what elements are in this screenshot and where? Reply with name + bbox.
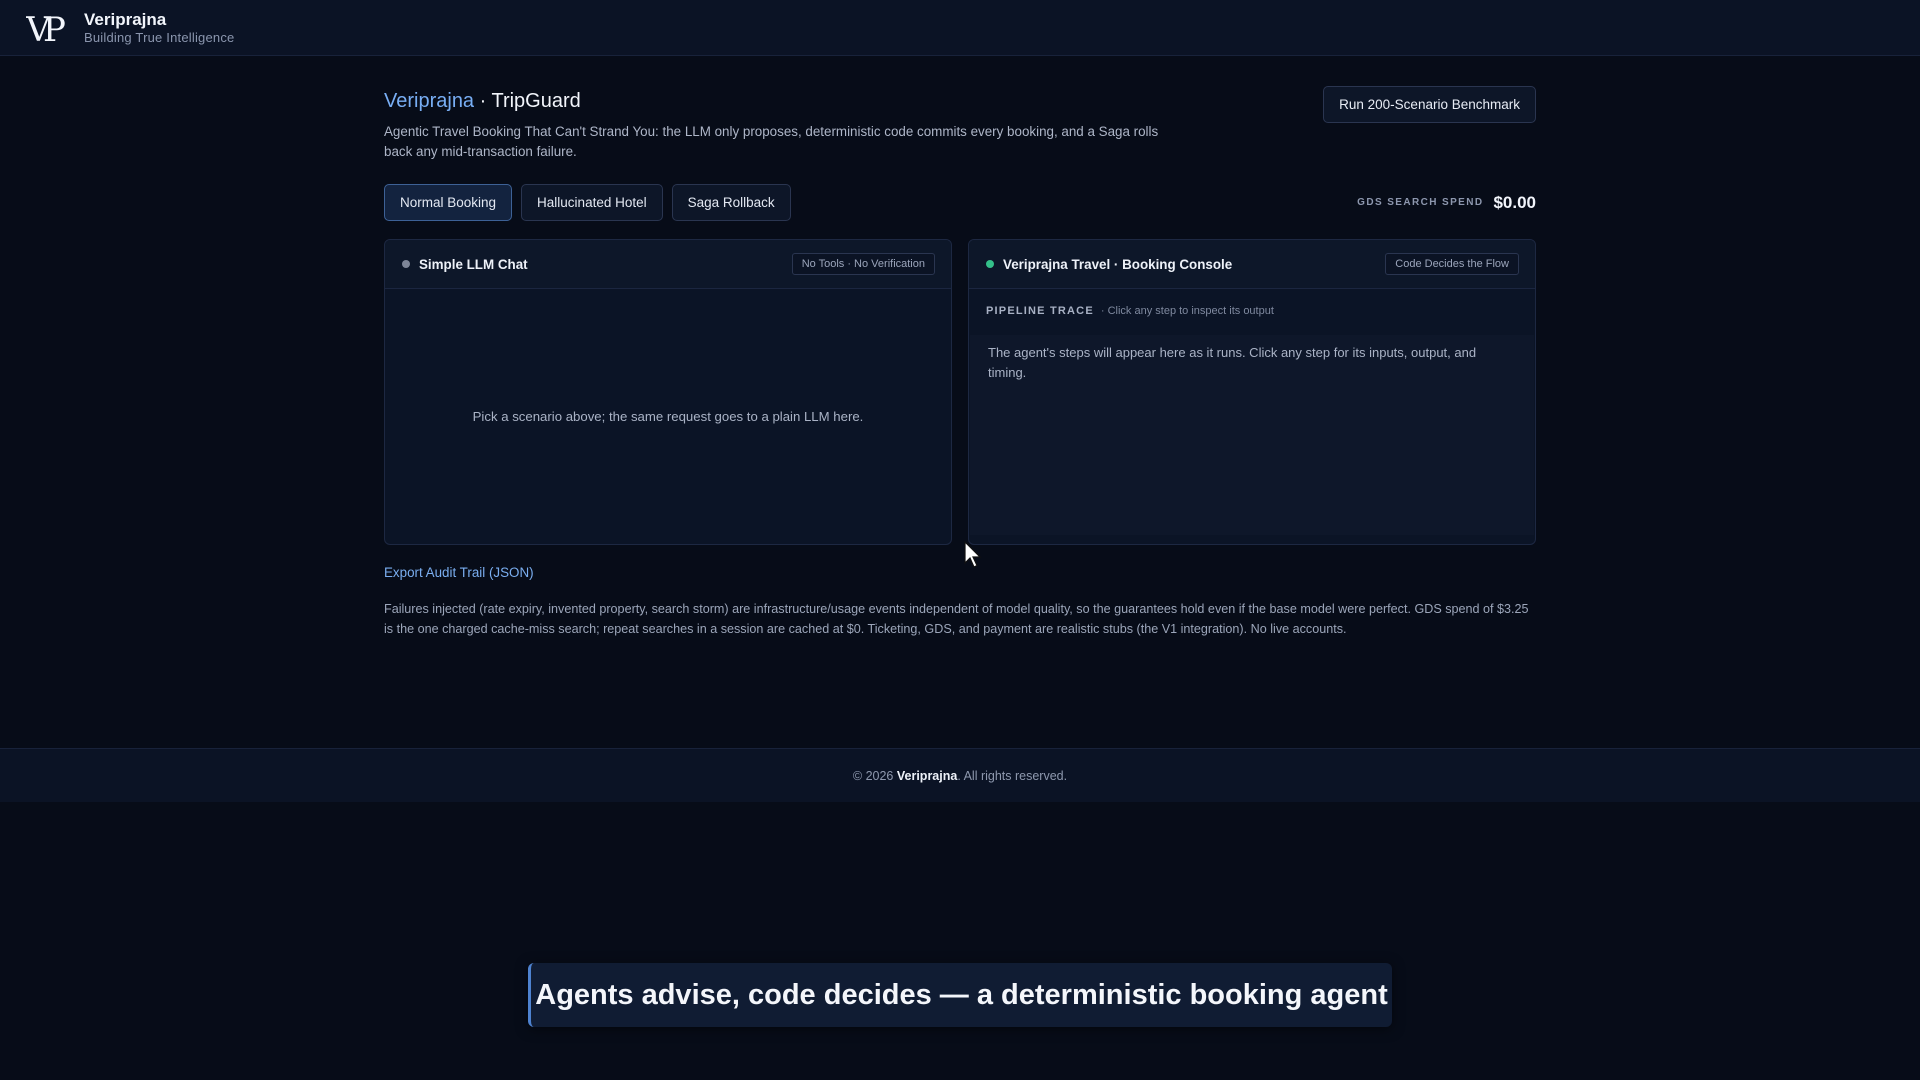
export-audit-trail-link[interactable]: Export Audit Trail (JSON) bbox=[384, 565, 534, 580]
status-dot-icon bbox=[986, 260, 994, 268]
scenario-row: Normal Booking Hallucinated Hotel Saga R… bbox=[384, 184, 1536, 221]
scenario-tabs: Normal Booking Hallucinated Hotel Saga R… bbox=[384, 184, 791, 221]
page-description: Agentic Travel Booking That Can't Strand… bbox=[384, 124, 1159, 159]
footer: © 2026 Veriprajna. All rights reserved. bbox=[0, 748, 1920, 802]
panel-title: Simple LLM Chat bbox=[419, 256, 528, 272]
panel-title-wrap: Veriprajna Travel · Booking Console bbox=[986, 257, 1232, 272]
svg-text:P: P bbox=[43, 10, 66, 47]
pipeline-trace-hint: · Click any step to inspect its output bbox=[1100, 305, 1274, 317]
title-row: Veriprajna · TripGuard Agentic Travel Bo… bbox=[384, 86, 1536, 162]
mouse-cursor-icon bbox=[964, 540, 984, 569]
tab-normal-booking[interactable]: Normal Booking bbox=[384, 184, 513, 221]
gds-spend-value: $0.00 bbox=[1493, 192, 1536, 212]
comparison-panels: Simple LLM Chat No Tools · No Verificati… bbox=[384, 239, 1536, 545]
pipeline-trace-header: PIPELINE TRACE · Click any step to inspe… bbox=[969, 289, 1535, 317]
pipeline-trace-placeholder: The agent's steps will appear here as it… bbox=[988, 345, 1477, 380]
simple-llm-chat-panel: Simple LLM Chat No Tools · No Verificati… bbox=[384, 239, 952, 545]
gds-spend: GDS SEARCH SPEND $0.00 bbox=[1357, 193, 1536, 213]
video-caption: Agents advise, code decides — a determin… bbox=[528, 963, 1392, 1027]
brand-tagline: Building True Intelligence bbox=[84, 29, 235, 45]
panel-header: Simple LLM Chat No Tools · No Verificati… bbox=[385, 240, 951, 289]
top-header: V P Veriprajna Building True Intelligenc… bbox=[0, 0, 1920, 56]
tab-saga-rollback[interactable]: Saga Rollback bbox=[671, 184, 791, 221]
pipeline-trace-label: PIPELINE TRACE bbox=[986, 305, 1094, 317]
page-title-accent: Veriprajna bbox=[384, 90, 475, 112]
footnote: Failures injected (rate expiry, invented… bbox=[384, 602, 1529, 636]
status-dot-icon bbox=[402, 260, 410, 268]
panel-badge: No Tools · No Verification bbox=[791, 253, 935, 275]
run-benchmark-button[interactable]: Run 200-Scenario Benchmark bbox=[1323, 86, 1536, 123]
panel-title: Veriprajna Travel · Booking Console bbox=[1003, 256, 1233, 272]
page-title-rest: · TripGuard bbox=[474, 90, 581, 112]
booking-console-panel: Veriprajna Travel · Booking Console Code… bbox=[968, 239, 1536, 545]
main-content: Veriprajna · TripGuard Agentic Travel Bo… bbox=[384, 86, 1536, 639]
panel-title-wrap: Simple LLM Chat bbox=[402, 257, 528, 272]
chat-placeholder: Pick a scenario above; the same request … bbox=[472, 409, 864, 424]
footer-brand: Veriprajna bbox=[896, 768, 958, 783]
footer-prefix: © 2026 bbox=[852, 768, 894, 783]
brand-name[interactable]: Veriprajna bbox=[84, 10, 234, 30]
brand-block: Veriprajna Building True Intelligence bbox=[84, 10, 234, 46]
pipeline-trace-area[interactable]: The agent's steps will appear here as it… bbox=[970, 335, 1534, 535]
page-title: Veriprajna · TripGuard bbox=[384, 88, 1174, 114]
footer-suffix: . All rights reserved. bbox=[957, 768, 1068, 783]
panel-badge: Code Decides the Flow bbox=[1385, 253, 1519, 275]
gds-spend-label: GDS SEARCH SPEND bbox=[1357, 197, 1484, 208]
vp-monogram-logo-icon[interactable]: V P bbox=[26, 9, 74, 47]
panel-header: Veriprajna Travel · Booking Console Code… bbox=[969, 240, 1535, 289]
title-block: Veriprajna · TripGuard Agentic Travel Bo… bbox=[384, 88, 1174, 162]
tab-hallucinated-hotel[interactable]: Hallucinated Hotel bbox=[521, 184, 663, 221]
